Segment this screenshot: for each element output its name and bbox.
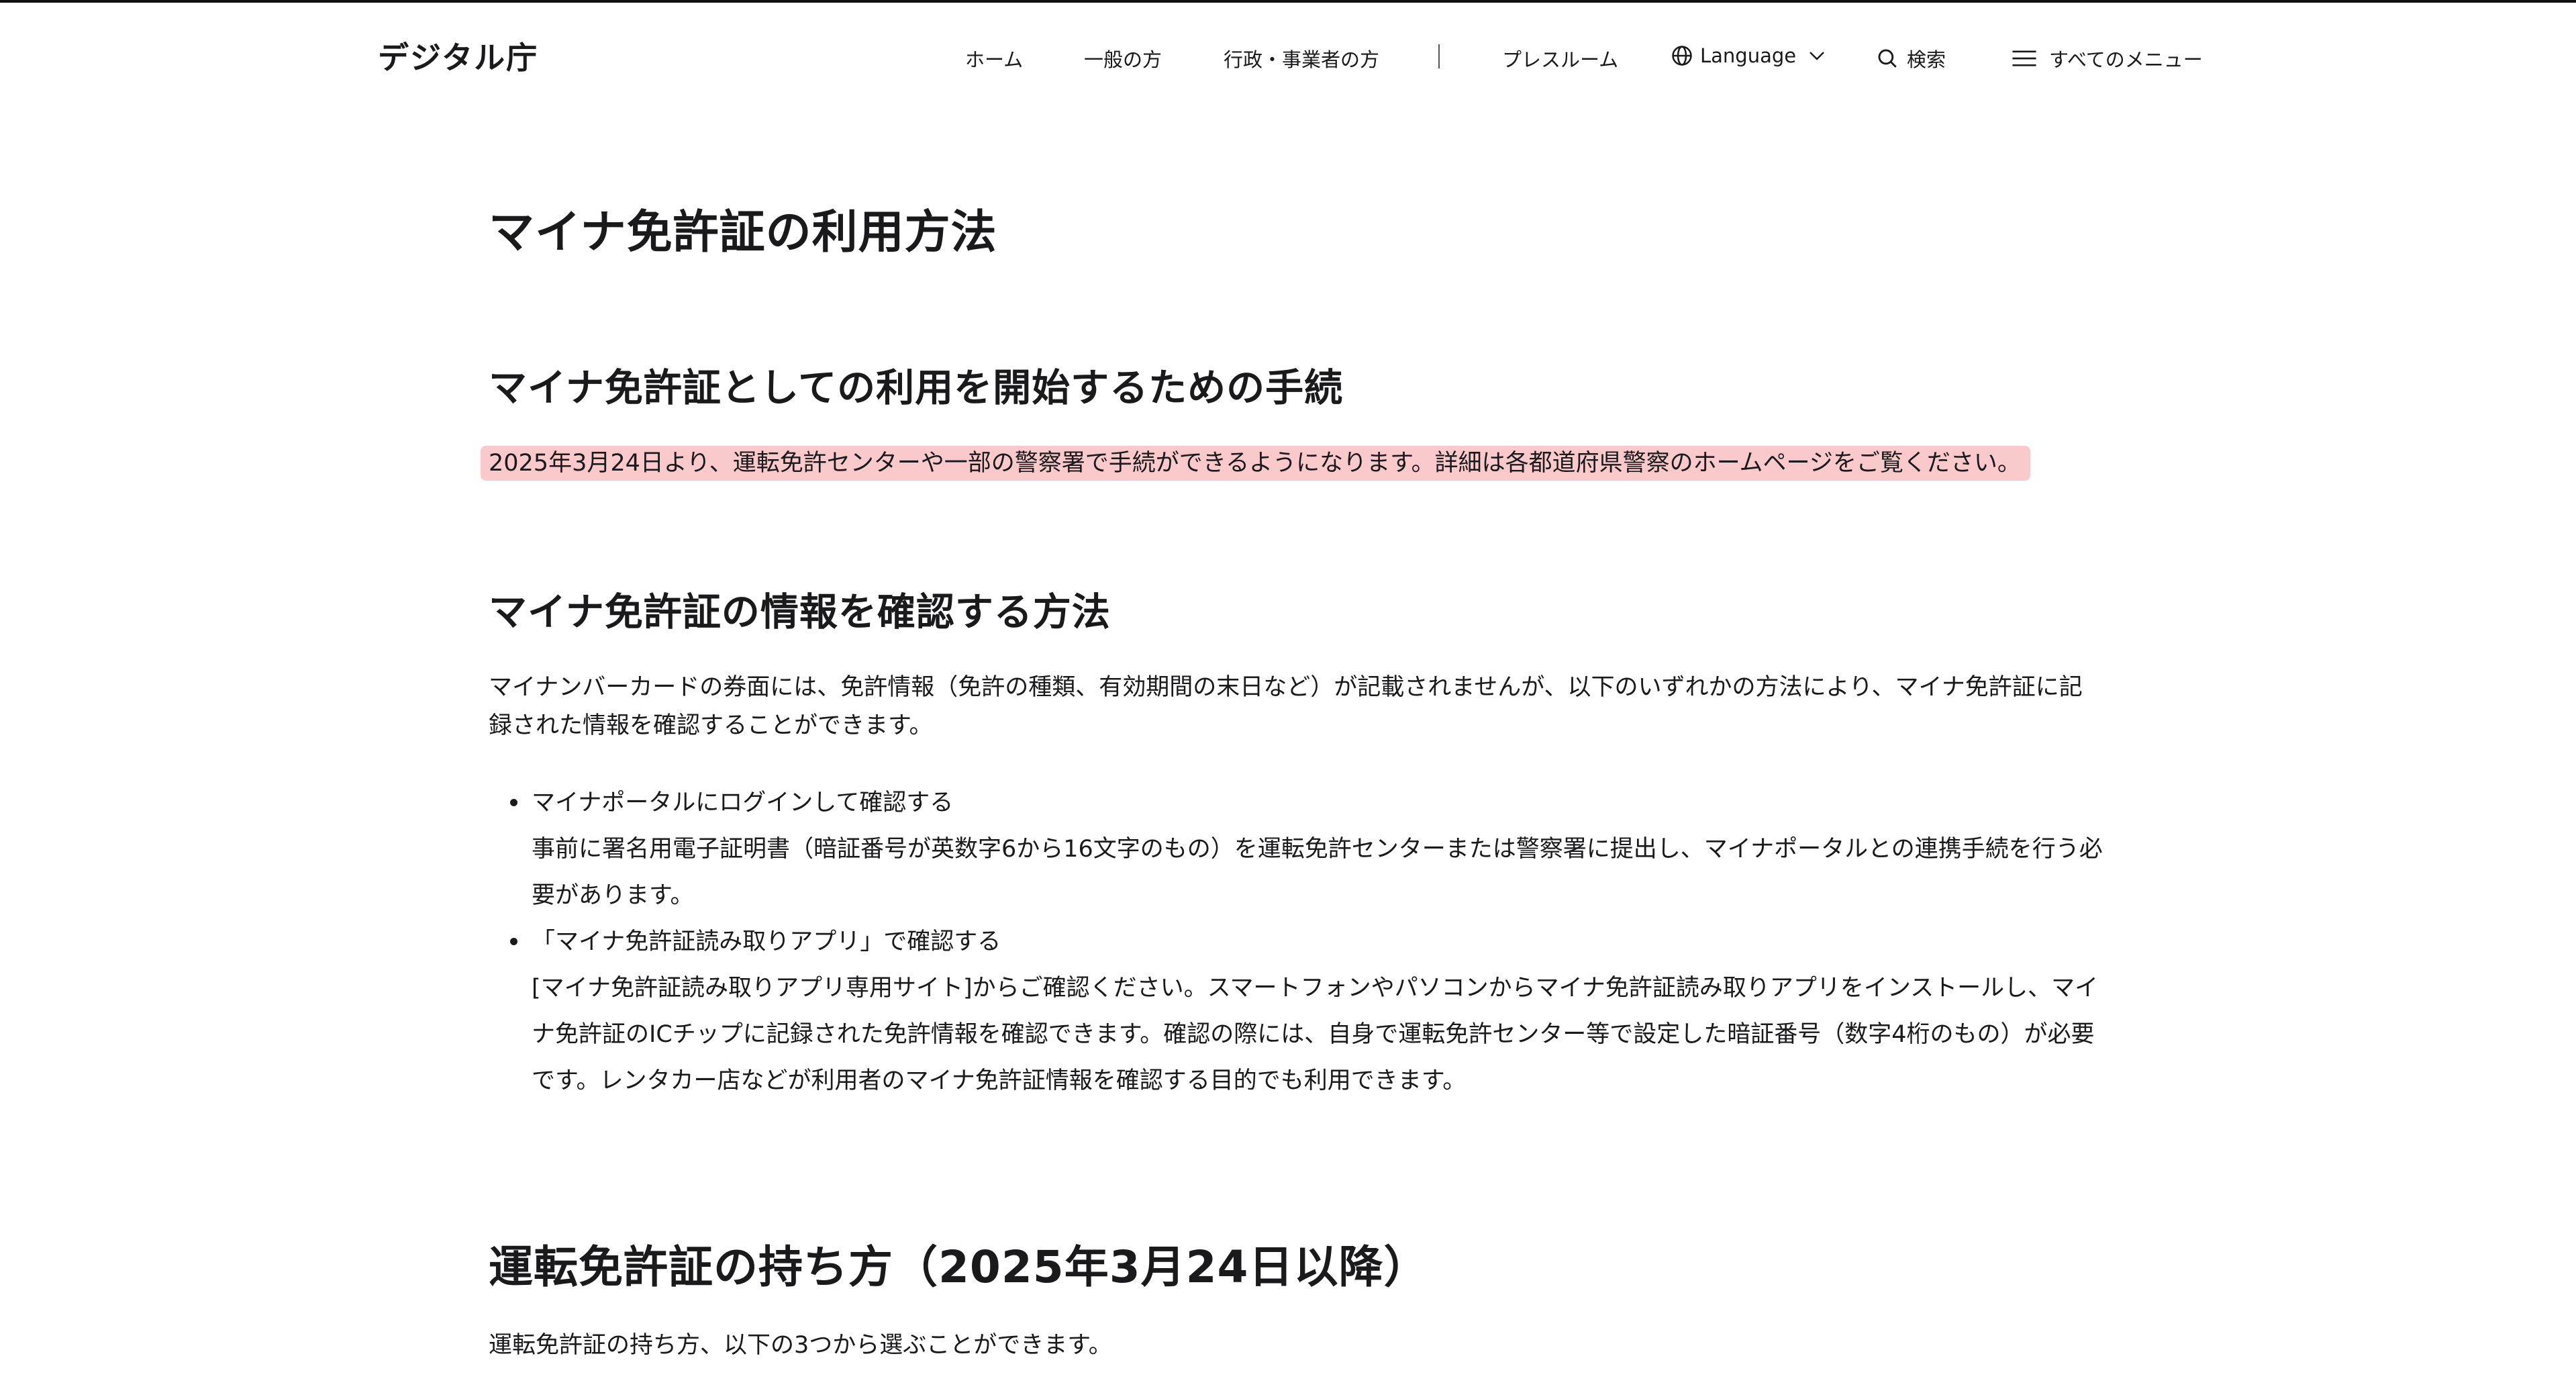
bullet [510,938,517,945]
language-selector[interactable]: Language [1671,44,1827,67]
search-icon [1876,47,1899,70]
search-label: 検索 [1907,48,1946,71]
check-info-intro: マイナンバーカードの券面には、免許情報（免許の種類、有効期間の末日など）が記載さ… [489,669,2083,745]
intro-line: マイナンバーカードの券面には、免許情報（免許の種類、有効期間の末日など）が記載さ… [489,674,2083,701]
list-item: 「マイナ免許証読み取りアプリ」で確認する [マイナ免許証読み取りアプリ専用サイト… [489,919,2099,1104]
list-item: マイナポータルにログインして確認する 事前に署名用電子証明書（暗証番号が英数字6… [489,780,2103,919]
globe-icon [1671,44,1693,67]
list-item-text: です。レンタカー店などが利用者のマイナ免許証情報を確認する目的でも利用できます。 [532,1067,1467,1094]
nav-divider [1438,44,1440,68]
intro-line: 録された情報を確認することができます。 [489,712,933,739]
license-options-intro: 運転免許証の持ち方、以下の3つから選ぶことができます。 [489,1332,1112,1359]
search-button[interactable]: 検索 [1876,44,1946,73]
list-item-text: 事前に署名用電子証明書（暗証番号が英数字6から16文字のもの）を運転免許センター… [532,836,2103,863]
list-item-text: 要があります。 [532,882,694,909]
hamburger-menu-icon [2012,48,2037,68]
site-logo[interactable]: デジタル庁 [378,34,538,78]
bullet [510,799,517,806]
nav-business[interactable]: 行政・事業者の方 [1224,44,1379,73]
app-site-link-text[interactable]: [マイナ免許証読み取りアプリ専用サイト]からご確認ください。スマートフォンやパソ… [532,965,2099,1012]
all-menu-button[interactable]: すべてのメニュー [2012,44,2203,73]
highlighted-notice: 2025年3月24日より、運転免許センターや一部の警察署で手続ができるようになり… [481,446,2030,481]
nav-press-room[interactable]: プレスルーム [1502,44,1618,73]
list-item-text: ナ免許証のICチップに記録された免許情報を確認できます。確認の際には、自身で運転… [532,1021,2095,1048]
page-title: マイナ免許証の利用方法 [489,206,997,259]
site-header: デジタル庁 ホーム 一般の方 行政・事業者の方 プレスルーム Language [0,3,2576,110]
nav-home[interactable]: ホーム [965,44,1023,73]
section-heading-check-info: マイナ免許証の情報を確認する方法 [489,590,1111,634]
chevron-down-icon [1807,46,1827,66]
list-item-title: 「マイナ免許証読み取りアプリ」で確認する [532,928,1001,955]
check-methods-list: マイナポータルにログインして確認する 事前に署名用電子証明書（暗証番号が英数字6… [489,780,2103,1104]
section-heading-license-options: 運転免許証の持ち方（2025年3月24日以降） [489,1241,1429,1293]
section-heading-procedure: マイナ免許証としての利用を開始するための手続 [489,366,1344,410]
list-item-title: マイナポータルにログインして確認する [532,789,954,816]
all-menu-label: すべてのメニュー [2049,48,2203,71]
language-label: Language [1700,44,1797,67]
nav-general[interactable]: 一般の方 [1084,44,1162,73]
